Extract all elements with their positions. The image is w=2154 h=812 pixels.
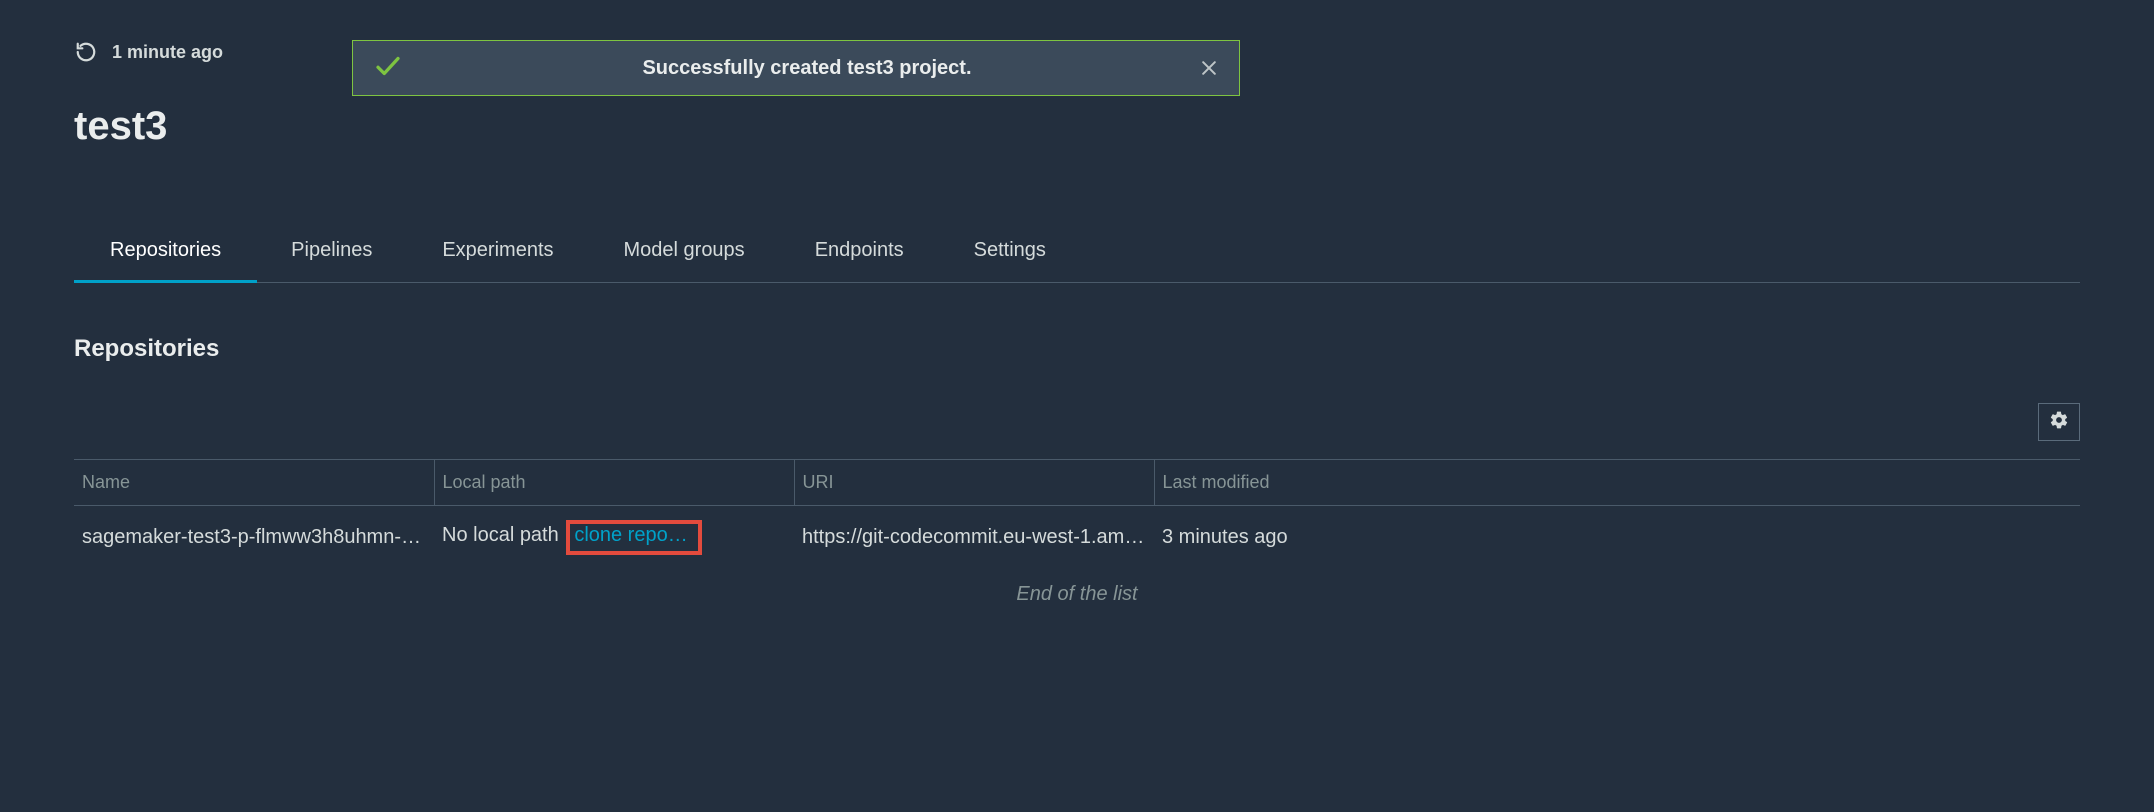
tab-experiments[interactable]: Experiments bbox=[442, 239, 553, 266]
tab-pipelines[interactable]: Pipelines bbox=[291, 239, 372, 266]
clone-repo-link[interactable]: clone repo… bbox=[574, 524, 687, 547]
col-header-name[interactable]: Name bbox=[74, 460, 434, 506]
toast-message: Successfully created test3 project. bbox=[415, 57, 1199, 80]
cell-repo-name: sagemaker-test3-p-flmww3h8uhmn-mo… bbox=[74, 506, 434, 570]
tab-endpoints[interactable]: Endpoints bbox=[815, 239, 904, 266]
table-header-row: Name Local path URI Last modified bbox=[74, 460, 2080, 506]
repositories-table: Name Local path URI Last modified sagema… bbox=[74, 459, 2080, 569]
tab-repositories[interactable]: Repositories bbox=[110, 239, 221, 266]
col-header-modified[interactable]: Last modified bbox=[1154, 460, 2080, 506]
page-title: test3 bbox=[74, 104, 2080, 149]
table-settings-button[interactable] bbox=[2038, 403, 2080, 441]
check-icon bbox=[373, 51, 403, 86]
cell-uri: https://git-codecommit.eu-west-1.amazo… bbox=[794, 506, 1154, 570]
tabs: Repositories Pipelines Experiments Model… bbox=[74, 239, 2080, 283]
cell-last-modified: 3 minutes ago bbox=[1154, 506, 2080, 570]
tab-model-groups[interactable]: Model groups bbox=[624, 239, 745, 266]
section-heading: Repositories bbox=[74, 335, 2080, 363]
success-toast: Successfully created test3 project. bbox=[352, 40, 1240, 96]
table-row[interactable]: sagemaker-test3-p-flmww3h8uhmn-mo… No lo… bbox=[74, 506, 2080, 570]
clone-repo-highlight: clone repo… bbox=[566, 520, 701, 555]
tab-settings[interactable]: Settings bbox=[974, 239, 1046, 266]
close-icon[interactable] bbox=[1199, 58, 1219, 78]
col-header-local[interactable]: Local path bbox=[434, 460, 794, 506]
cell-local-path: No local path clone repo… bbox=[434, 506, 794, 570]
refresh-icon[interactable] bbox=[74, 40, 98, 64]
local-path-text: No local path bbox=[442, 524, 559, 546]
end-of-list: End of the list bbox=[74, 569, 2080, 620]
gear-icon bbox=[2049, 410, 2069, 435]
refresh-timestamp: 1 minute ago bbox=[112, 42, 223, 63]
col-header-uri[interactable]: URI bbox=[794, 460, 1154, 506]
